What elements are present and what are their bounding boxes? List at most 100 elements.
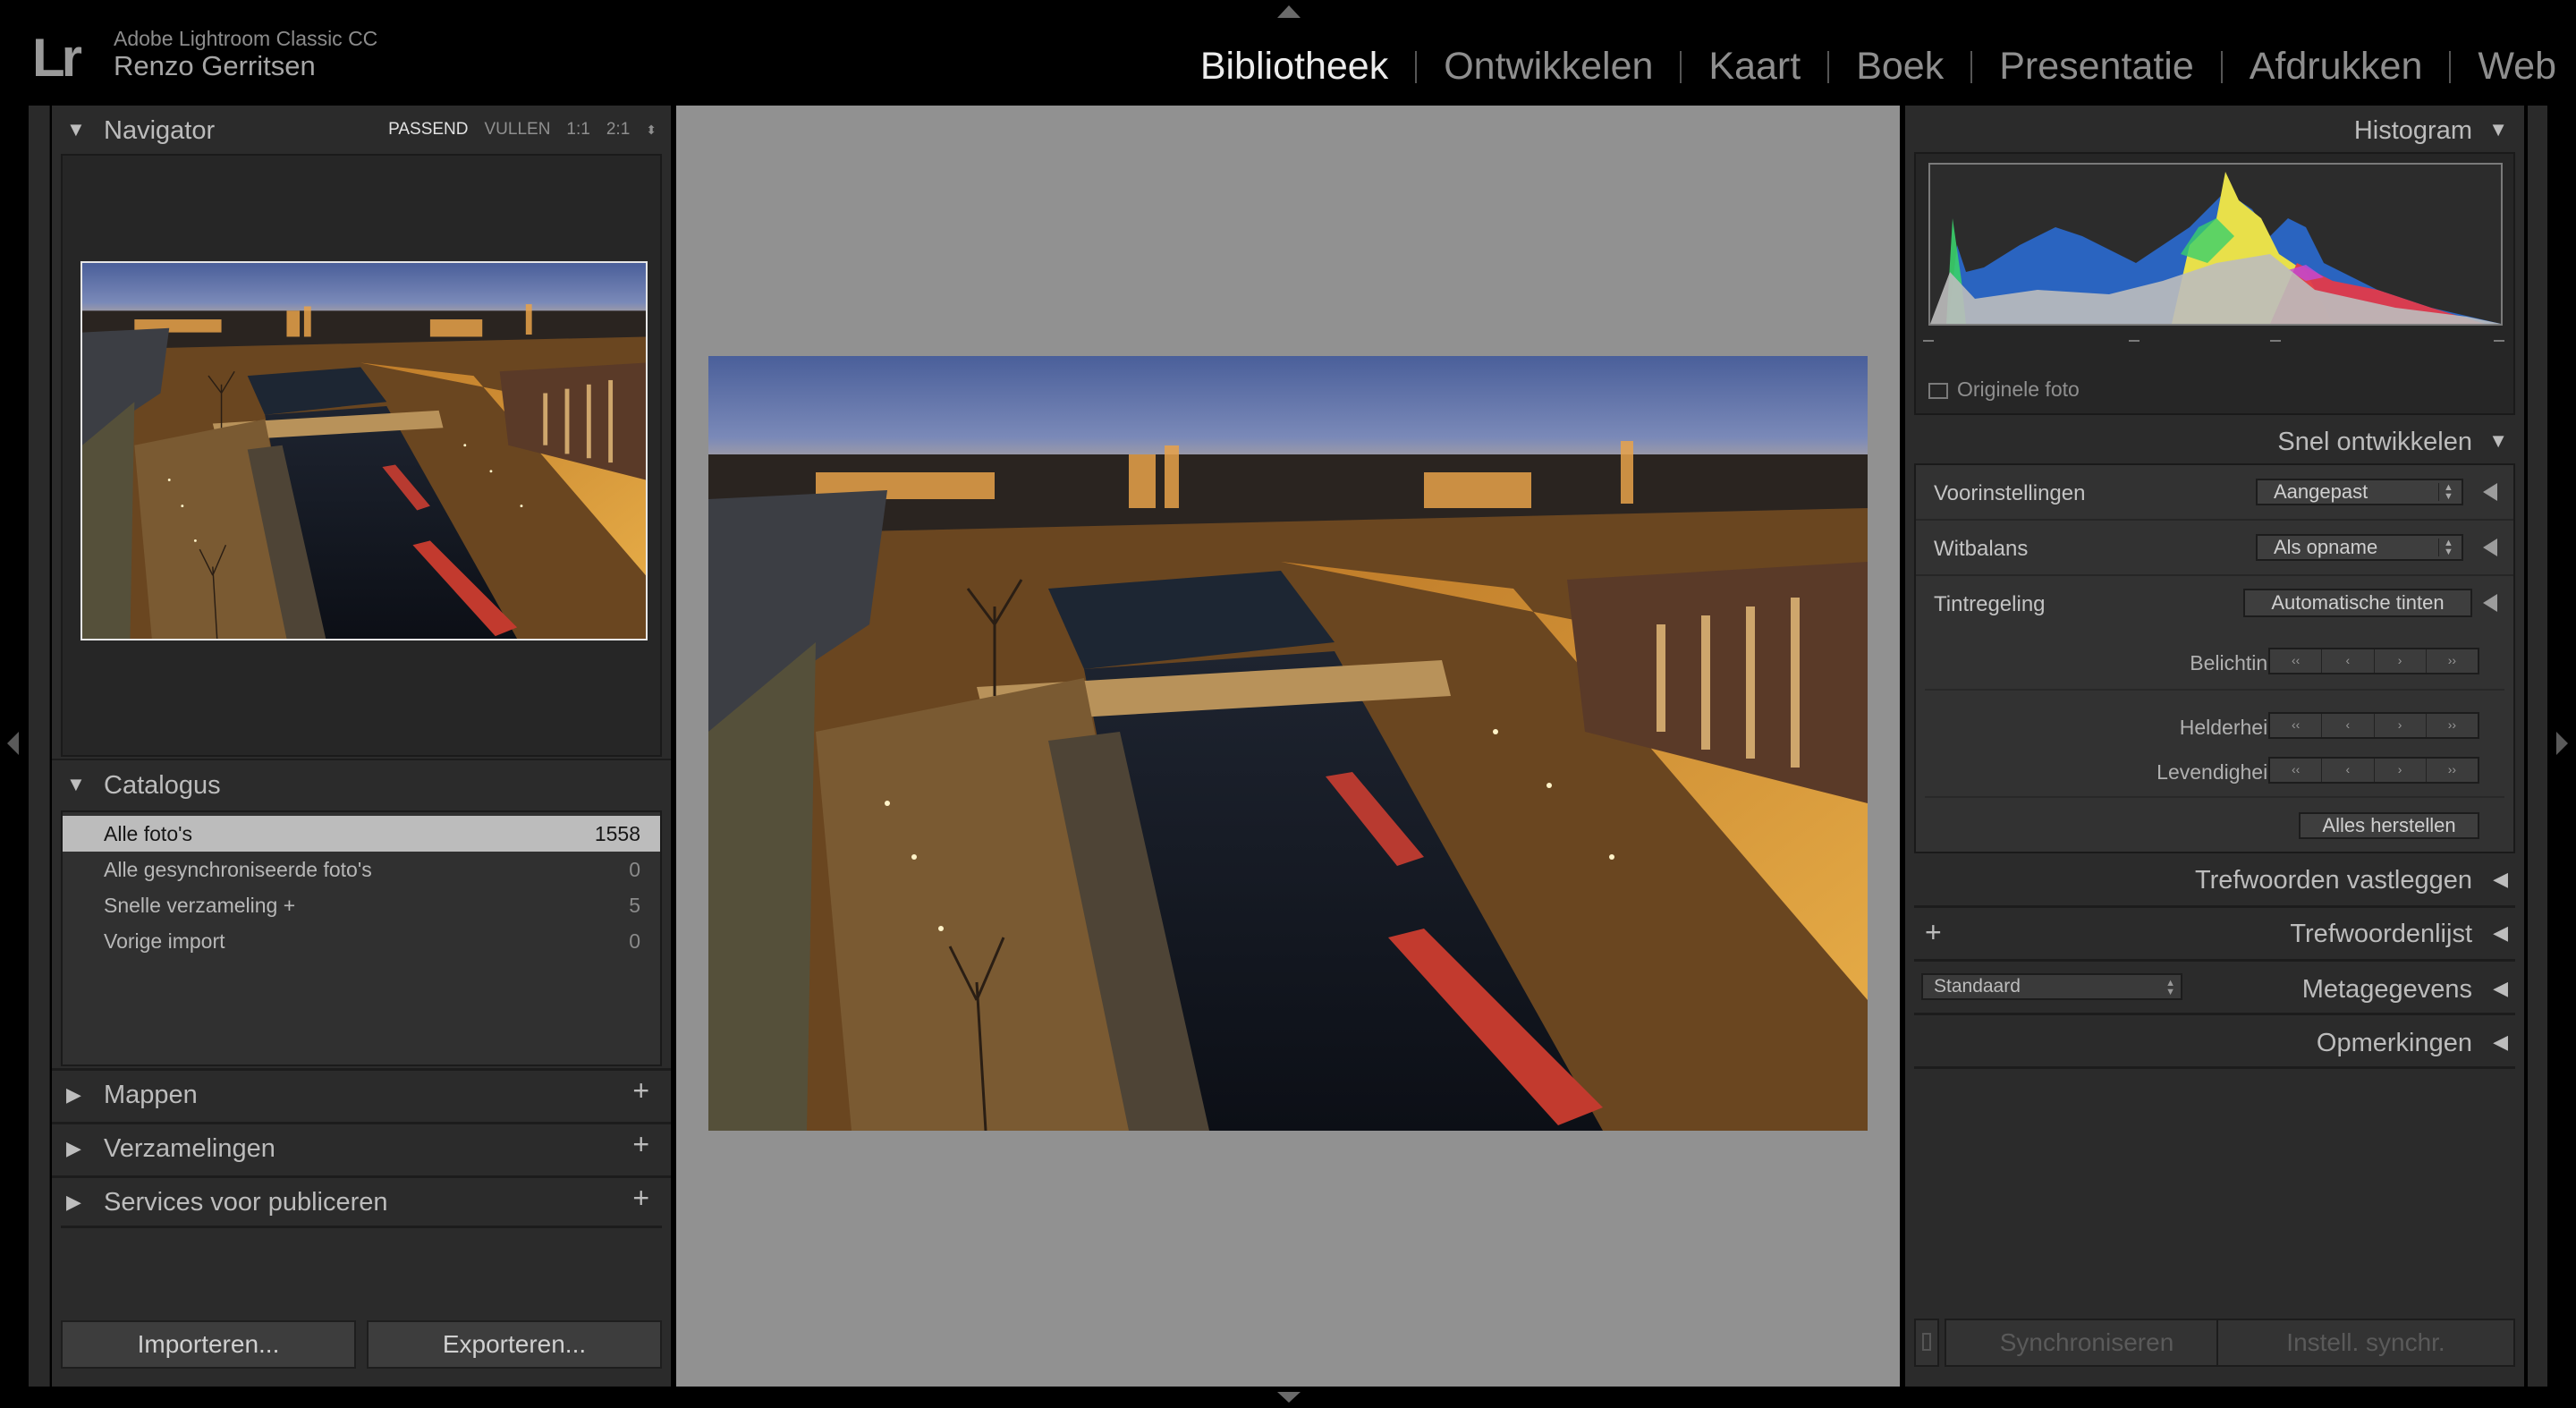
main-photo[interactable] [708,356,1868,1131]
navigator-header[interactable]: ▼ Navigator PASSEND VULLEN 1:1 2:1 ⬍ [52,106,671,156]
keywording-header[interactable]: Trefwoorden vastleggen ◀ [1905,859,2524,905]
collapsed-triangle-icon[interactable]: ▶ [66,1137,81,1160]
module-web[interactable]: Web [2478,45,2556,89]
step-large-down[interactable]: ‹‹ [2270,649,2323,673]
left-panel-scroll-strip[interactable] [29,106,50,1387]
quick-develop-header[interactable]: Snel ontwikkelen ▼ [1905,419,2524,465]
module-afdrukken[interactable]: Afdrukken [2250,45,2423,89]
module-separator [2220,50,2223,83]
catalog-row-count: 0 [629,857,640,881]
loupe-view[interactable] [676,106,1900,1387]
module-bibliotheek[interactable]: Bibliotheek [1200,45,1388,89]
collapse-filmstrip-icon[interactable] [1277,1392,1301,1403]
catalog-row-synced-photos[interactable]: Alle gesynchroniseerde foto's 0 [63,852,660,887]
collapse-left-panel-icon[interactable] [7,732,19,755]
step-large-up[interactable]: ›› [2427,649,2478,673]
collapsed-triangle-icon[interactable]: ▶ [66,1083,81,1107]
step-down[interactable]: ‹ [2322,759,2375,782]
original-photo-checkbox[interactable] [1928,383,1948,399]
histogram-tick [2129,340,2140,342]
metadata-header[interactable]: Standaard ▲ ▼ Metagegevens ◀ [1905,964,2524,1011]
catalog-row-count: 1558 [594,821,640,845]
import-button[interactable]: Importeren... [61,1320,356,1369]
expand-left-triangle-icon[interactable] [2483,539,2497,556]
add-collection-icon[interactable]: + [632,1128,649,1161]
publish-services-header[interactable]: ▶ Services voor publiceren + [52,1175,671,1226]
step-down[interactable]: ‹ [2322,649,2375,673]
histogram-tick [2270,340,2281,342]
collapsed-triangle-icon[interactable]: ◀ [2493,921,2508,945]
reset-all-button[interactable]: Alles herstellen [2299,812,2479,839]
catalog-row-quick-collection[interactable]: Snelle verzameling + 5 [63,887,660,923]
expanded-triangle-icon[interactable]: ▼ [2488,118,2508,141]
step-large-down[interactable]: ‹‹ [2270,714,2323,737]
catalog-header[interactable]: ▼ Catalogus [52,759,671,809]
right-panel-scroll-strip[interactable] [2528,106,2547,1387]
expand-left-triangle-icon[interactable] [2483,483,2497,501]
collections-header[interactable]: ▶ Verzamelingen + [52,1122,671,1172]
zoom-stepper-icon[interactable]: ⬍ [646,123,657,138]
step-up[interactable]: › [2375,714,2427,737]
collections-title: Verzamelingen [104,1134,275,1163]
catalog-row-count: 5 [629,893,640,917]
folders-header[interactable]: ▶ Mappen + [52,1068,671,1118]
add-keyword-icon[interactable]: + [1925,916,1942,949]
expanded-triangle-icon[interactable]: ▼ [2488,429,2508,453]
keyword-list-header[interactable]: + Trefwoordenlijst ◀ [1905,911,2524,957]
module-boek[interactable]: Boek [1856,45,1944,89]
comments-title: Opmerkingen [2316,1029,2472,1057]
panel-divider [1914,959,2515,962]
city-night-thumbnail [82,263,646,639]
module-kaart[interactable]: Kaart [1708,45,1801,89]
quick-develop-title: Snel ontwikkelen [2277,428,2472,456]
catalog-row-previous-import[interactable]: Vorige import 0 [63,923,660,959]
comments-header[interactable]: Opmerkingen ◀ [1905,1018,2524,1064]
add-folder-icon[interactable]: + [632,1074,649,1107]
collapsed-triangle-icon[interactable]: ◀ [2493,1031,2508,1054]
collapsed-triangle-icon[interactable]: ▶ [66,1191,81,1214]
sync-settings-button[interactable]: Instell. synchr. [2216,1319,2515,1367]
tone-control-row: Tintregeling Automatische tinten Belicht… [1916,576,2513,852]
step-large-up[interactable]: ›› [2427,759,2478,782]
divider [1925,689,2504,691]
auto-tone-button[interactable]: Automatische tinten [2243,589,2472,617]
collapse-top-panel-icon[interactable] [1277,5,1301,18]
presets-select[interactable]: Aangepast ▲ ▼ [2256,479,2463,505]
module-separator [2449,50,2452,83]
sync-button[interactable]: Synchroniseren [1945,1319,2229,1367]
step-large-up[interactable]: ›› [2427,714,2478,737]
auto-sync-switch[interactable] [1914,1319,1939,1367]
histogram-graph[interactable] [1928,163,2503,326]
catalog-row-all-photos[interactable]: Alle foto's 1558 [63,816,660,852]
collapsed-triangle-icon[interactable]: ◀ [2493,977,2508,1000]
expand-left-triangle-icon[interactable] [2483,594,2497,612]
navigator-thumbnail[interactable] [80,261,648,640]
histogram-header[interactable]: Histogram ▼ [1905,106,2524,152]
zoom-fit[interactable]: PASSEND [388,120,468,140]
step-down[interactable]: ‹ [2322,714,2375,737]
city-night-photo [708,356,1868,1131]
step-up[interactable]: › [2375,759,2427,782]
collapse-right-panel-icon[interactable] [2556,732,2568,755]
switch-icon [1922,1333,1931,1351]
white-balance-select[interactable]: Als opname ▲ ▼ [2256,534,2463,561]
catalog-row-label: Alle foto's [104,821,192,845]
export-button[interactable]: Exporteren... [367,1320,662,1369]
step-large-down[interactable]: ‹‹ [2270,759,2323,782]
zoom-1-1[interactable]: 1:1 [566,120,589,140]
collapsed-triangle-icon[interactable]: ◀ [2493,868,2508,891]
original-photo-label: Originele foto [1957,377,2080,401]
navigator-preview[interactable] [61,154,662,757]
panel-divider [1914,905,2515,908]
zoom-fill[interactable]: VULLEN [485,120,551,140]
catalog-row-count: 0 [629,929,640,953]
step-up[interactable]: › [2375,649,2427,673]
expanded-triangle-icon[interactable]: ▼ [66,118,86,141]
module-ontwikkelen[interactable]: Ontwikkelen [1444,45,1653,89]
zoom-2-1[interactable]: 2:1 [606,120,630,140]
metadata-preset-select[interactable]: Standaard ▲ ▼ [1921,973,2182,1000]
add-publish-service-icon[interactable]: + [632,1182,649,1215]
module-presentatie[interactable]: Presentatie [1999,45,2194,89]
catalog-list: Alle foto's 1558 Alle gesynchroniseerde … [61,810,662,1066]
expanded-triangle-icon[interactable]: ▼ [66,773,86,796]
